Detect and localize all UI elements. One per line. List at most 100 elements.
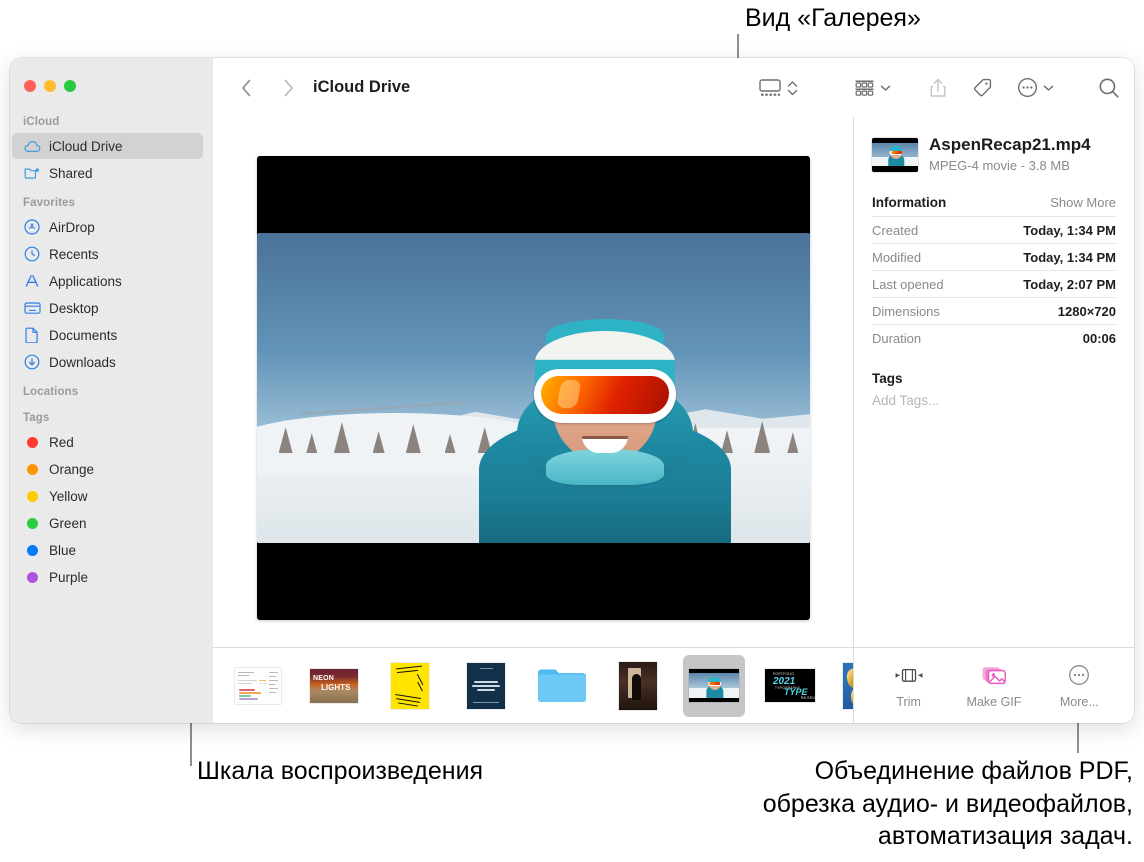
info-key: Duration: [872, 330, 922, 346]
sidebar-item-airdrop[interactable]: AirDrop: [12, 214, 203, 240]
more-actions-button[interactable]: [1017, 77, 1054, 98]
window-controls: [24, 80, 76, 92]
zoom-button[interactable]: [64, 80, 76, 92]
make-gif-button[interactable]: Make GIF: [952, 662, 1036, 709]
sidebar-item-tag-blue[interactable]: Blue: [12, 537, 203, 563]
info-key: Dimensions: [872, 303, 940, 319]
info-value: 00:06: [1082, 330, 1116, 346]
sidebar-section-favorites: Favorites: [23, 197, 76, 209]
skier-subject: [455, 301, 755, 543]
poster-text-lights: LIGHTS: [321, 682, 351, 692]
info-value: Today, 2:07 PM: [1023, 276, 1116, 292]
share-icon[interactable]: [929, 77, 947, 99]
chart-document-thumbnail[interactable]: [227, 655, 289, 717]
trim-button[interactable]: Trim: [867, 662, 951, 709]
gallery-view-icon[interactable]: [758, 77, 782, 99]
search-icon[interactable]: [1098, 77, 1120, 99]
doorway-photo-thumbnail[interactable]: [607, 655, 669, 717]
preview-column: NEON LIGHTS PORTFOLIO 2021 TYPOGRAPHY TY…: [213, 117, 853, 723]
sidebar-item-label: Green: [49, 515, 87, 531]
view-switcher[interactable]: [758, 77, 798, 99]
sidebar-item-label: Orange: [49, 461, 95, 477]
callout-gallery-view: Вид «Галерея»: [745, 4, 921, 32]
applications-icon: [23, 272, 41, 290]
callout-quick-actions: Объединение файлов PDF, обрезка аудио- и…: [762, 757, 1133, 850]
folder-thumbnail[interactable]: [531, 655, 593, 717]
leader-line-gallery-view: [737, 34, 739, 60]
airdrop-icon: [23, 218, 41, 236]
sidebar-item-desktop[interactable]: Desktop: [12, 295, 203, 321]
file-thumbnail: [872, 138, 918, 172]
more-button[interactable]: More...: [1037, 662, 1121, 709]
sidebar-item-tag-green[interactable]: Green: [12, 510, 203, 536]
ski-goggles: [534, 369, 676, 423]
sidebar-section-tags: Tags: [23, 412, 50, 424]
group-by-button[interactable]: [854, 78, 891, 98]
chevron-down-icon[interactable]: [1043, 84, 1054, 92]
more-actions-icon[interactable]: [1017, 77, 1038, 98]
add-tags-input[interactable]: Add Tags...: [872, 393, 1116, 408]
make-gif-icon: [980, 662, 1008, 688]
sidebar-item-documents[interactable]: Documents: [12, 322, 203, 348]
quick-action-label: Trim: [896, 695, 921, 709]
info-row-created: Created Today, 1:34 PM: [872, 216, 1116, 243]
sidebar-item-tag-purple[interactable]: Purple: [12, 564, 203, 590]
sidebar-item-tag-red[interactable]: Red: [12, 429, 203, 455]
sidebar-section-icloud: iCloud: [23, 116, 60, 128]
tag-icon[interactable]: [971, 77, 993, 99]
sidebar-item-label: Shared: [49, 165, 93, 181]
file-header: AspenRecap21.mp4 MPEG-4 movie - 3.8 MB: [872, 135, 1116, 173]
sidebar-item-label: Recents: [49, 246, 99, 262]
close-button[interactable]: [24, 80, 36, 92]
sidebar-item-label: Yellow: [49, 488, 88, 504]
quick-actions-bar: Trim Make GIF More...: [854, 647, 1134, 723]
sidebar-item-shared[interactable]: Shared: [12, 160, 203, 186]
more-circle-icon: [1068, 662, 1090, 688]
shared-folder-icon: [23, 164, 41, 182]
group-by-icon[interactable]: [854, 78, 875, 98]
information-section-header: Information Show More: [872, 195, 1116, 216]
sidebar-item-icloud-drive[interactable]: iCloud Drive: [12, 133, 203, 159]
callout-playback-scrubber: Шкала воспроизведения: [197, 757, 484, 785]
sidebar-item-label: iCloud Drive: [49, 138, 123, 154]
chevron-up-down-icon[interactable]: [787, 78, 798, 98]
leader-line-quick-actions: [1077, 723, 1079, 753]
info-row-duration: Duration 00:06: [872, 324, 1116, 351]
filmstrip[interactable]: NEON LIGHTS PORTFOLIO 2021 TYPOGRAPHY TY…: [213, 647, 853, 723]
sidebar-item-downloads[interactable]: Downloads: [12, 349, 203, 375]
quick-action-label: Make GIF: [966, 695, 1022, 709]
body-row: NEON LIGHTS PORTFOLIO 2021 TYPOGRAPHY TY…: [213, 117, 1134, 723]
page-title: iCloud Drive: [313, 78, 411, 96]
tag-dot-icon: [23, 460, 41, 478]
show-more-button[interactable]: Show More: [1050, 195, 1116, 210]
info-key: Last opened: [872, 276, 944, 292]
thank-you-poster-thumbnail[interactable]: [379, 655, 441, 717]
sidebar-item-tag-yellow[interactable]: Yellow: [12, 483, 203, 509]
tags-title: Tags: [872, 371, 903, 387]
aspen-video-thumbnail[interactable]: [683, 654, 745, 717]
neck-gaiter: [546, 449, 664, 485]
neon-lights-poster-thumbnail[interactable]: NEON LIGHTS: [303, 655, 365, 717]
video-preview[interactable]: [256, 156, 810, 620]
tag-dot-icon: [23, 433, 41, 451]
chevron-left-icon[interactable]: [231, 73, 261, 103]
file-name: AspenRecap21.mp4: [929, 135, 1091, 154]
navy-exhibit-poster-thumbnail[interactable]: [455, 655, 517, 717]
info-value: 1280×720: [1057, 303, 1116, 319]
content-area: iCloud Drive NEON LIGHTS PORTFOLIO 2021 …: [213, 58, 1134, 723]
typography-2021-poster-thumbnail[interactable]: PORTFOLIO 2021 TYPOGRAPHY TYPE RB REN: [759, 655, 821, 717]
info-panel: AspenRecap21.mp4 MPEG-4 movie - 3.8 MB I…: [853, 117, 1134, 723]
sidebar-item-tag-orange[interactable]: Orange: [12, 456, 203, 482]
icloud-icon: [23, 137, 41, 155]
sidebar-item-applications[interactable]: Applications: [12, 268, 203, 294]
info-value: Today, 1:34 PM: [1023, 222, 1116, 238]
sidebar-item-recents[interactable]: Recents: [12, 241, 203, 267]
minimize-button[interactable]: [44, 80, 56, 92]
gold-balloons-photo-thumbnail[interactable]: [835, 655, 853, 717]
sidebar-item-label: Downloads: [49, 354, 116, 370]
sidebar-item-label: Red: [49, 434, 74, 450]
chevron-right-icon[interactable]: [273, 73, 303, 103]
preview-stage: [213, 117, 853, 647]
sidebar-item-label: Documents: [49, 327, 118, 343]
chevron-down-icon[interactable]: [880, 84, 891, 92]
